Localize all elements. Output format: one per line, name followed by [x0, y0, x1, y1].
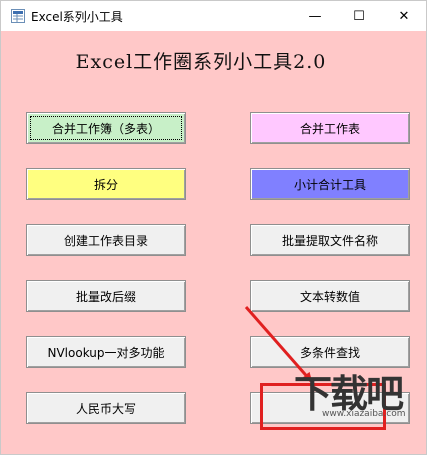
minimize-button[interactable]: — [293, 1, 337, 31]
merge-sheets-button[interactable]: 合并工作表 [250, 112, 410, 144]
text-to-number-button[interactable]: 文本转数值 [250, 280, 410, 312]
close-icon: ✕ [398, 8, 410, 24]
blank-button[interactable] [250, 392, 410, 424]
merge-workbooks-button[interactable]: 合并工作簿（多表） [26, 112, 186, 144]
split-button[interactable]: 拆分 [26, 168, 186, 200]
create-sheet-index-button[interactable]: 创建工作表目录 [26, 224, 186, 256]
page-heading: Excel工作圈系列小工具2.0 [75, 51, 327, 73]
close-button[interactable]: ✕ [382, 1, 426, 31]
multi-condition-lookup-button[interactable]: 多条件查找 [250, 336, 410, 368]
rmb-uppercase-button[interactable]: 人民币大写 [26, 392, 186, 424]
maximize-icon: ☐ [353, 8, 365, 24]
minimize-icon: — [308, 8, 322, 24]
app-window: Excel系列小工具 — ☐ ✕ Excel工作圈系列小工具2.0 合并工作簿（… [0, 0, 427, 455]
subtotal-tool-button[interactable]: 小计合计工具 [250, 168, 410, 200]
app-icon [11, 9, 25, 23]
title-bar[interactable]: Excel系列小工具 — ☐ ✕ [1, 1, 426, 31]
maximize-button[interactable]: ☐ [337, 1, 381, 31]
batch-change-extension-button[interactable]: 批量改后缀 [26, 280, 186, 312]
form-client-area: Excel工作圈系列小工具2.0 合并工作簿（多表） 合并工作表 拆分 小计合计… [1, 31, 426, 454]
window-title: Excel系列小工具 [31, 10, 123, 24]
batch-extract-filenames-button[interactable]: 批量提取文件名称 [250, 224, 410, 256]
vlookup-one-to-many-button[interactable]: NVlookup一对多功能 [26, 336, 186, 368]
